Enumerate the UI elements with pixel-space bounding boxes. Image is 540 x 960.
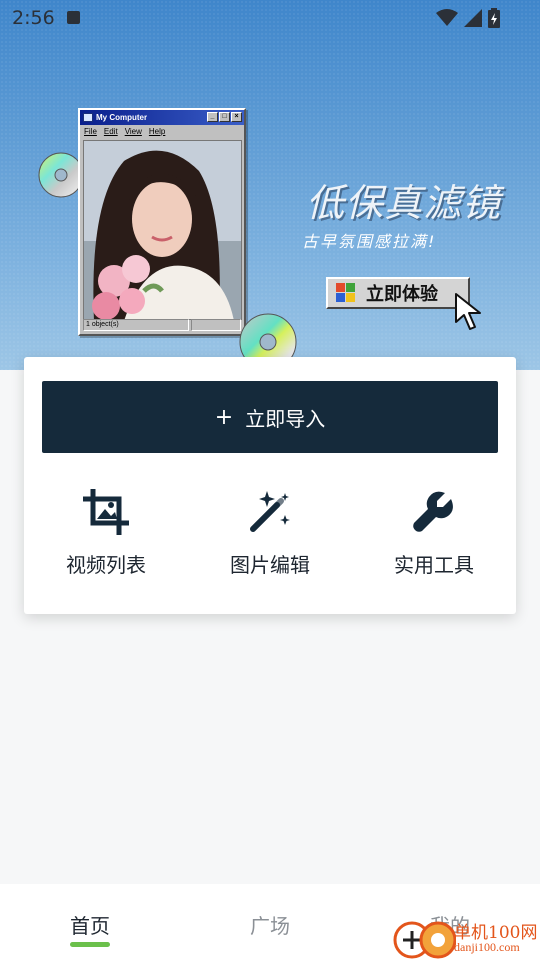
- promo-subtitle: 古早氛围感拉满!: [302, 232, 437, 251]
- promo-banner[interactable]: My Computer _ □ × File Edit View Help 1 …: [0, 0, 540, 370]
- action-card: + 立即导入 视频列表 图片编辑 实用工具: [24, 357, 516, 614]
- try-now-label: 立即体验: [366, 284, 438, 305]
- tool-utilities-label: 实用工具: [394, 553, 474, 577]
- battery-icon: [488, 8, 500, 28]
- status-icons: [436, 8, 500, 28]
- retro-menu-view: View: [124, 127, 142, 136]
- signal-icon: [464, 9, 482, 27]
- try-now-button[interactable]: 立即体验: [326, 277, 470, 309]
- watermark-logo-icon: [393, 921, 456, 959]
- retro-titlebar: My Computer _ □ ×: [80, 110, 244, 125]
- retro-window: My Computer _ □ × File Edit View Help 1 …: [78, 108, 246, 336]
- plus-icon: +: [214, 404, 234, 430]
- tool-row: 视频列表 图片编辑 实用工具: [24, 489, 516, 578]
- tool-image-edit[interactable]: 图片编辑: [200, 489, 340, 578]
- minimize-icon: _: [207, 112, 218, 122]
- wrench-icon: [413, 491, 453, 532]
- windows-logo-icon: [336, 283, 355, 302]
- retro-window-title: My Computer: [96, 113, 148, 122]
- retro-status: 1 object(s): [83, 319, 189, 331]
- retro-menu-file: File: [84, 127, 97, 136]
- watermark: 单机100网 danji100.com: [392, 916, 540, 960]
- watermark-domain: danji100.com: [454, 940, 520, 954]
- computer-icon: [83, 113, 93, 122]
- retro-menu-help: Help: [148, 127, 166, 136]
- tool-video-list-label: 视频列表: [66, 553, 146, 577]
- wifi-icon: [436, 9, 458, 26]
- nav-plaza[interactable]: 广场: [180, 884, 360, 960]
- promo-title: 低保真滤镜: [306, 181, 502, 225]
- import-button[interactable]: + 立即导入: [42, 381, 498, 453]
- tool-image-edit-label: 图片编辑: [230, 553, 310, 577]
- nav-plaza-label: 广场: [250, 914, 290, 938]
- tool-utilities[interactable]: 实用工具: [364, 489, 504, 578]
- portrait-illustration: [84, 141, 241, 319]
- nav-home-label: 首页: [70, 914, 110, 938]
- maximize-icon: □: [219, 112, 230, 122]
- close-icon: ×: [231, 112, 242, 122]
- notification-icon: [67, 11, 80, 24]
- nav-active-indicator: [70, 942, 110, 947]
- retro-status-panel: [191, 319, 241, 331]
- magic-wand-icon: [250, 491, 290, 532]
- crop-image-icon: [83, 489, 129, 535]
- status-bar: 2:56: [0, 0, 540, 36]
- status-time: 2:56: [12, 7, 55, 29]
- cursor-icon: [455, 293, 481, 330]
- import-label: 立即导入: [245, 406, 326, 431]
- nav-home[interactable]: 首页: [0, 884, 180, 960]
- retro-menu-edit: Edit: [103, 127, 118, 136]
- retro-menu: File Edit View Help: [80, 125, 244, 138]
- portrait-photo: [83, 140, 242, 320]
- tool-video-list[interactable]: 视频列表: [36, 489, 176, 578]
